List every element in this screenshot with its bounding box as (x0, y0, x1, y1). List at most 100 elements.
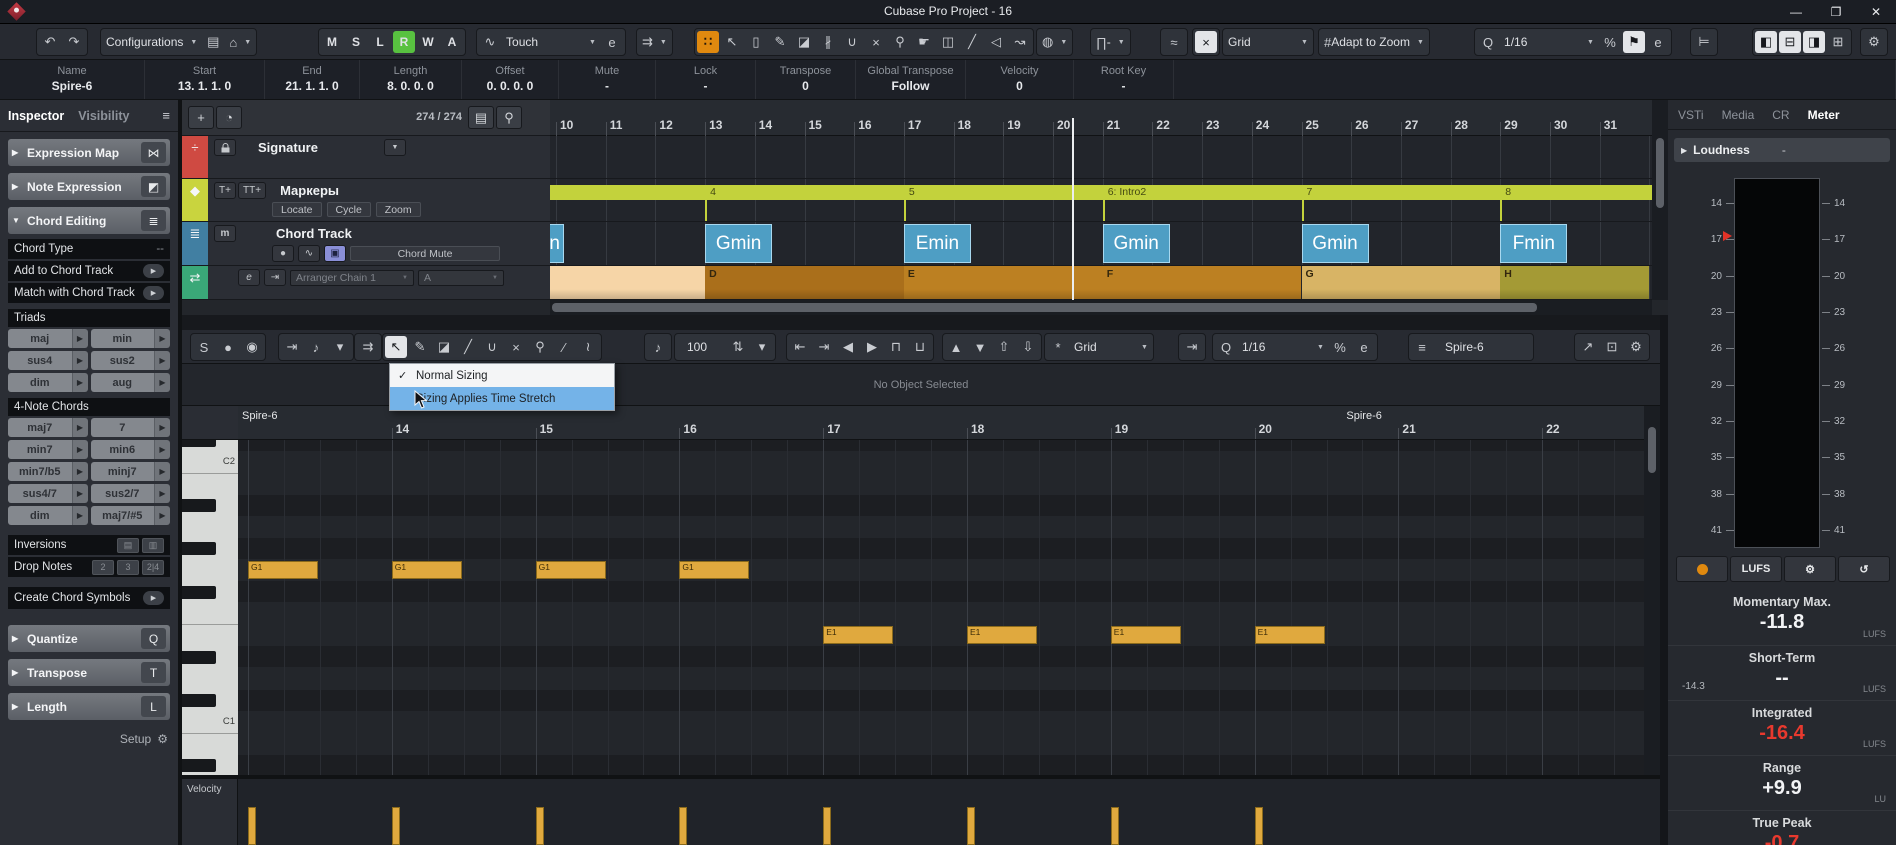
chord-play-icon[interactable]: ▶ (154, 506, 170, 525)
chord-button-sus2-7[interactable]: sus2/7▶ (91, 484, 171, 503)
quantize-icon[interactable]: Q (1477, 31, 1499, 53)
midi-note[interactable]: G1 (392, 561, 462, 579)
edit-icon[interactable]: e (238, 269, 260, 286)
part-selector[interactable]: Spire-6 (1435, 336, 1531, 358)
quantize-preset-dropdown[interactable]: 1/16▼ (1239, 336, 1327, 358)
inspector-section-expression-map[interactable]: ▶Expression Map⋈ (8, 139, 170, 166)
object-selection-tool[interactable]: ↖ (385, 336, 407, 358)
info-field-start[interactable]: Start13. 1. 1. 0 (145, 60, 265, 99)
apply-button[interactable]: ▶ (143, 264, 164, 278)
velocity-bar[interactable] (823, 807, 831, 845)
vertical-scrollbar[interactable] (1652, 100, 1668, 300)
snap-toggle-icon[interactable]: × (1195, 31, 1217, 53)
chord-event[interactable]: Emin (904, 224, 971, 263)
inspector-section-transpose[interactable]: ▶TransposeT (8, 659, 170, 686)
read-all-button[interactable]: R (393, 31, 415, 53)
audiowarp-quantize-icon[interactable]: % (1329, 336, 1351, 358)
draw-tool[interactable]: ✎ (409, 336, 431, 358)
track-row-4[interactable]: ⇄e⇥Arranger Chain 1▼A▼ (182, 266, 550, 300)
step-back-icon[interactable]: ◀ (837, 336, 859, 358)
audiowarp-quantize-icon[interactable]: % (1599, 31, 1621, 53)
record-in-editor-button[interactable]: ● (217, 336, 239, 358)
black-key[interactable] (182, 586, 216, 599)
inspector-section-note-expression[interactable]: ▶Note Expression◩ (8, 173, 170, 200)
velocity-bar[interactable] (392, 807, 400, 845)
automation-mode-dropdown[interactable]: Touch▼ (503, 31, 599, 53)
chord-row-chord-type[interactable]: Chord Type-- (8, 239, 170, 259)
part-list-icon[interactable]: ≡ (1411, 336, 1433, 358)
track-row-3[interactable]: ≣mChord Track●∿▣Chord Mute (182, 222, 550, 266)
create-chord-symbols-row[interactable]: Create Chord Symbols▶ (8, 587, 170, 609)
chord-play-icon[interactable]: ▶ (72, 484, 88, 503)
locate-end-icon[interactable]: ⇥ (813, 336, 835, 358)
chord-button-dim[interactable]: dim▶ (8, 373, 88, 392)
midi-note[interactable]: E1 (967, 626, 1037, 644)
meter-reset-button[interactable]: ↺ (1838, 556, 1890, 582)
marker-event-label[interactable]: 7 (1307, 186, 1313, 198)
expression-map-icon[interactable]: ⋈ (141, 142, 166, 163)
open-in-window-icon[interactable]: ↗ (1577, 336, 1599, 358)
info-field-root-key[interactable]: Root Key- (1074, 60, 1174, 99)
midi-note[interactable]: G1 (536, 561, 606, 579)
object-selection-tool[interactable]: ↖ (721, 31, 743, 53)
marker-lane[interactable]: 456: Intro278 (550, 179, 1652, 222)
info-field-velocity[interactable]: Velocity0 (966, 60, 1074, 99)
snap-offset-icon[interactable]: ⇥ (1181, 336, 1203, 358)
select-combine-tool[interactable]: ∷ (697, 31, 719, 53)
close-button[interactable]: ✕ (1856, 0, 1896, 23)
quantize-icon[interactable]: Q (1215, 336, 1237, 358)
chord-button-min7[interactable]: min7▶ (8, 440, 88, 459)
editor-layout-icon[interactable]: ⊡ (1601, 336, 1623, 358)
drum-map-dropdown[interactable]: ◍▼ (1039, 31, 1070, 53)
info-field-transpose[interactable]: Transpose0 (756, 60, 856, 99)
chord-button-min6[interactable]: min6▶ (91, 440, 171, 459)
chord-button-sus4-7[interactable]: sus4/7▶ (8, 484, 88, 503)
automation-edit-icon[interactable]: e (601, 31, 623, 53)
record-enable-icon[interactable]: ● (272, 245, 294, 262)
project-cursor[interactable] (1072, 118, 1074, 300)
chord-play-icon[interactable]: ▶ (154, 418, 170, 437)
meter-settings-button[interactable]: ⚙ (1784, 556, 1836, 582)
maximize-button[interactable]: ❐ (1816, 0, 1856, 23)
chord-button-sus2[interactable]: sus2▶ (91, 351, 171, 370)
info-field-global-transpose[interactable]: Global TransposeFollow (856, 60, 966, 99)
line-tool[interactable]: ∕ (553, 336, 575, 358)
step-input-dropdown[interactable]: ▾ (329, 336, 351, 358)
automation-panel-icon[interactable]: ∿ (479, 31, 501, 53)
chord-play-icon[interactable]: ▶ (72, 462, 88, 481)
gear-icon[interactable]: ⚙ (157, 732, 168, 746)
info-field-end[interactable]: End21. 1. 1. 0 (265, 60, 360, 99)
midi-note[interactable]: G1 (679, 561, 749, 579)
velocity-bar[interactable] (536, 807, 544, 845)
create-chord-symbols-button[interactable]: ▶ (143, 591, 164, 605)
info-field-lock[interactable]: Lock- (656, 60, 756, 99)
lower-zone-toggle[interactable]: ⊟ (1779, 31, 1801, 53)
draw-tool[interactable]: ✎ (769, 31, 791, 53)
zoom-tool[interactable]: ⚲ (889, 31, 911, 53)
lufs-toggle-button[interactable]: LUFS (1730, 556, 1782, 582)
autoscroll-icon[interactable]: ⇉▼ (639, 31, 670, 53)
chord-play-icon[interactable]: ▶ (72, 329, 88, 348)
write-all-button[interactable]: W (417, 31, 439, 53)
chord-event[interactable]: n (550, 224, 564, 263)
solo-editor-button[interactable]: S (193, 336, 215, 358)
chord-button-maj7[interactable]: maj7▶ (8, 418, 88, 437)
link-project-cursor-icon[interactable]: ⇥ (281, 336, 303, 358)
erase-tool[interactable]: ◪ (793, 31, 815, 53)
toolbar-setup-icon[interactable]: ⚙ (1863, 31, 1885, 53)
chord-button-sus4[interactable]: sus4▶ (8, 351, 88, 370)
snap-curve-icon[interactable]: ≈ (1163, 31, 1185, 53)
tab-meter[interactable]: Meter (1808, 108, 1840, 122)
arranger-event[interactable] (550, 266, 705, 299)
piano-keyboard[interactable]: C2C1 (182, 440, 238, 775)
loudness-section-header[interactable]: ▶ Loudness - (1674, 138, 1890, 162)
add-track-button[interactable]: + (188, 106, 214, 129)
track-search-icon[interactable]: ⚲ (496, 106, 522, 129)
inversion-button-1[interactable]: ▤ (117, 538, 139, 553)
arranger-event[interactable]: D (705, 266, 904, 299)
glue-tool[interactable]: ∪ (841, 31, 863, 53)
chord-play-icon[interactable]: ▶ (72, 506, 88, 525)
marker-cycle-button[interactable]: Cycle (327, 202, 371, 217)
inversion-button-2[interactable]: ▥ (142, 538, 164, 553)
loudness-active-button[interactable] (1676, 556, 1728, 582)
